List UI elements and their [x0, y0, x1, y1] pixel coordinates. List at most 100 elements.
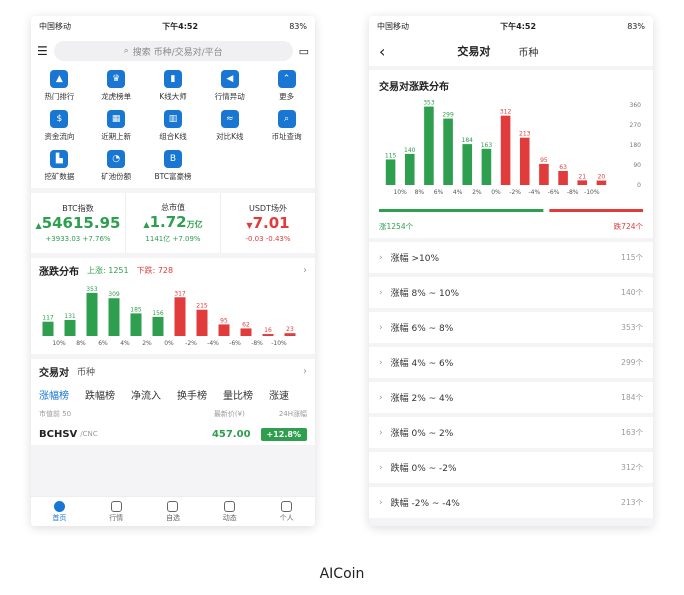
feature-candlestick[interactable]: ▮ K线大师	[145, 70, 202, 102]
range-count: 140个	[621, 288, 643, 297]
tab-rank[interactable]: 涨速	[269, 387, 289, 402]
bar	[596, 180, 607, 185]
tick-label: -10%	[271, 340, 287, 347]
range-list: › 涨幅 >10% 115个 › 涨幅 8% ~ 10% 140个 › 涨幅 6% ~ 8% 3…	[369, 242, 653, 518]
feature-pie[interactable]: ◔ 矿池份额	[88, 150, 145, 182]
stat-card[interactable]: BTC指数 ▲54615.95 +3933.03 +7.76%	[31, 193, 126, 253]
tab-rank[interactable]: 净流入	[131, 387, 161, 402]
down-total: 跌724个	[613, 222, 643, 231]
feature-flame[interactable]: ▲ 热门排行	[31, 70, 88, 102]
distribution-screen: 中国移动 下午4:52 83% ‹ 交易对 币种 交易对涨跌分布 0 90 180 2…	[369, 16, 653, 526]
mining-icon: ▙	[50, 150, 69, 168]
stat-unit: 万亿	[186, 220, 203, 229]
range-row[interactable]: › 涨幅 8% ~ 10% 140个	[369, 277, 653, 308]
home-icon	[53, 500, 65, 512]
data-label: 215	[196, 303, 208, 310]
feature-trophy[interactable]: ♛ 龙虎榜单	[88, 70, 145, 102]
feature-combo-chart[interactable]: ▥ 组合K线	[145, 110, 202, 142]
feature-dollar[interactable]: $ 资金流向	[31, 110, 88, 142]
nav-item[interactable]: 动态	[201, 497, 258, 526]
dollar-icon: $	[50, 110, 69, 128]
range-count: 184个	[621, 393, 643, 402]
bar	[500, 115, 511, 185]
chevron-right-icon: ›	[303, 365, 307, 377]
filter-market[interactable]: 市值前 50	[39, 409, 71, 419]
change-badge: +12.8%	[260, 427, 307, 441]
range-row[interactable]: › 涨幅 0% ~ 2% 163个	[369, 417, 653, 448]
range-count: 115个	[621, 253, 643, 262]
feature-calendar[interactable]: ▦ 近期上新	[88, 110, 145, 142]
data-label: 309	[108, 291, 120, 298]
data-label: 115	[385, 152, 397, 159]
stat-card[interactable]: USDT场外 ▼7.01 -0.03 -0.43%	[221, 193, 315, 253]
nav-header: ‹ 交易对 币种	[369, 36, 653, 66]
tick-label: -4%	[207, 340, 219, 347]
nav-item[interactable]: 个人	[258, 497, 315, 526]
nav-item[interactable]: 首页	[31, 497, 88, 526]
chevron-right-icon: ›	[379, 322, 383, 333]
feature-label: 挖矿数据	[44, 172, 75, 181]
range-row[interactable]: › 涨幅 6% ~ 8% 353个	[369, 312, 653, 343]
pie-icon: ◔	[107, 150, 126, 168]
range-label: 涨幅 6% ~ 8%	[390, 324, 454, 334]
tab-coins[interactable]: 币种	[77, 365, 95, 378]
range-label: 跌幅 -2% ~ -4%	[390, 499, 460, 509]
search-input[interactable]: ⌕ 搜索 币种/交易对/平台	[53, 41, 293, 61]
tab-pairs[interactable]: 交易对	[457, 43, 490, 59]
y-tick-label: 0	[637, 182, 641, 189]
carrier: 中国移动	[39, 21, 71, 31]
data-label: 21	[578, 173, 586, 180]
table-row[interactable]: BCHSV /CNC 457.00 +12.8%	[31, 423, 315, 445]
range-row[interactable]: › 涨幅 4% ~ 6% 299个	[369, 347, 653, 378]
tick-label: 6%	[434, 189, 444, 196]
tick-label: -4%	[528, 189, 540, 196]
compare-chart-icon: ≈	[220, 110, 239, 128]
tab-rank[interactable]: 换手榜	[177, 387, 207, 402]
back-icon[interactable]: ‹	[379, 42, 385, 61]
data-label: 299	[442, 112, 454, 119]
distribution-card: 交易对涨跌分布 0 90 180 270 360 115 140 353 299 184 163 31…	[369, 70, 653, 219]
chevron-right-icon: ›	[379, 357, 383, 368]
range-label: 涨幅 8% ~ 10%	[390, 289, 460, 299]
feature-compare-chart[interactable]: ≈ 对比K线	[201, 110, 258, 142]
data-label: 353	[423, 100, 435, 107]
battery: 83%	[289, 21, 307, 31]
feature-mining[interactable]: ▙ 挖矿数据	[31, 150, 88, 182]
symbol: BCHSV	[39, 428, 78, 440]
feature-label: 币址查询	[271, 132, 302, 141]
nav-item[interactable]: 自选	[145, 497, 202, 526]
range-row[interactable]: › 跌幅 -2% ~ -4% 213个	[369, 487, 653, 518]
brand-caption: AICoin	[319, 566, 365, 582]
menu-icon[interactable]: ☰	[37, 44, 48, 58]
price: 457.00	[211, 428, 251, 440]
distribution-title: 涨跌分布	[39, 266, 79, 278]
stat-card[interactable]: 总市值 ▲1.72万亿 1141亿 +7.09%	[126, 193, 221, 253]
range-label: 涨幅 0% ~ 2%	[390, 429, 454, 439]
range-row[interactable]: › 涨幅 >10% 115个	[369, 242, 653, 273]
distribution-header[interactable]: 涨跌分布 上涨: 1251 下跌: 728 ›	[31, 258, 315, 282]
feature-label: BTC富豪榜	[154, 172, 192, 181]
message-icon[interactable]: ▭	[299, 45, 309, 58]
bar	[385, 159, 396, 185]
nav-item[interactable]: 行情	[88, 497, 145, 526]
bar	[196, 309, 208, 336]
bar	[64, 319, 76, 336]
feature-megaphone[interactable]: ◀ 行情异动	[201, 70, 258, 102]
chevron-right-icon: ›	[303, 264, 307, 276]
range-count: 312个	[621, 463, 643, 472]
feature-search-doc[interactable]: ⌕ 币址查询	[258, 110, 315, 142]
feature-more[interactable]: ⌃ 更多	[258, 70, 315, 102]
tab-pairs[interactable]: 交易对	[39, 364, 69, 379]
range-label: 涨幅 2% ~ 4%	[390, 394, 454, 404]
tab-rank[interactable]: 跌幅榜	[85, 387, 115, 402]
range-row[interactable]: › 跌幅 0% ~ -2% 312个	[369, 452, 653, 483]
range-row[interactable]: › 涨幅 2% ~ 4% 184个	[369, 382, 653, 413]
feature-bitcoin[interactable]: B BTC富豪榜	[145, 150, 202, 182]
tab-coins[interactable]: 币种	[518, 44, 538, 59]
search-icon: ⌕	[123, 46, 129, 56]
bar	[519, 137, 530, 185]
tab-rank[interactable]: 涨幅榜	[39, 387, 69, 402]
y-tick-label: 360	[630, 102, 642, 109]
feature-label: 矿池份额	[101, 172, 132, 181]
tab-rank[interactable]: 量比榜	[223, 387, 253, 402]
